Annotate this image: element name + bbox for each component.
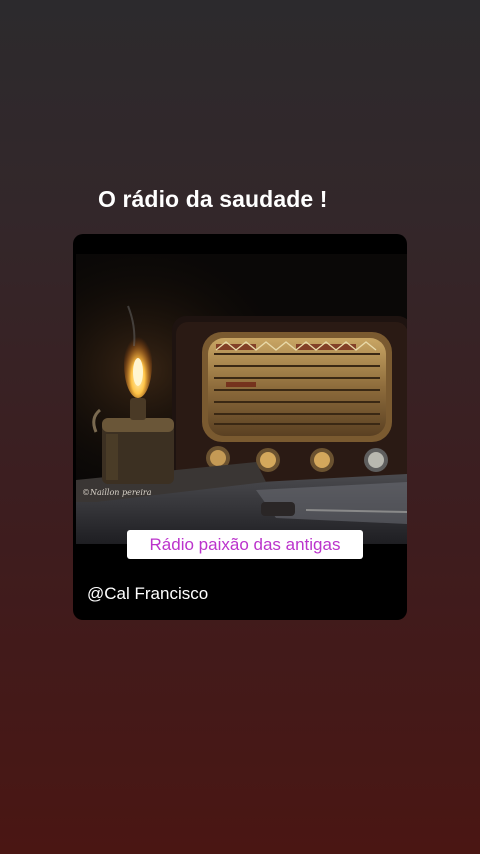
- radio-illustration-icon: [76, 254, 407, 544]
- radio-photo: [76, 254, 407, 544]
- post-card[interactable]: ©Naillon pereira Rádio paixão das antiga…: [73, 234, 407, 620]
- username-handle[interactable]: @Cal Francisco: [87, 584, 208, 604]
- radio-name-badge: Rádio paixão das antigas: [127, 530, 363, 559]
- story-caption: O rádio da saudade !: [98, 186, 328, 212]
- photo-watermark: ©Naillon pereira: [82, 488, 152, 497]
